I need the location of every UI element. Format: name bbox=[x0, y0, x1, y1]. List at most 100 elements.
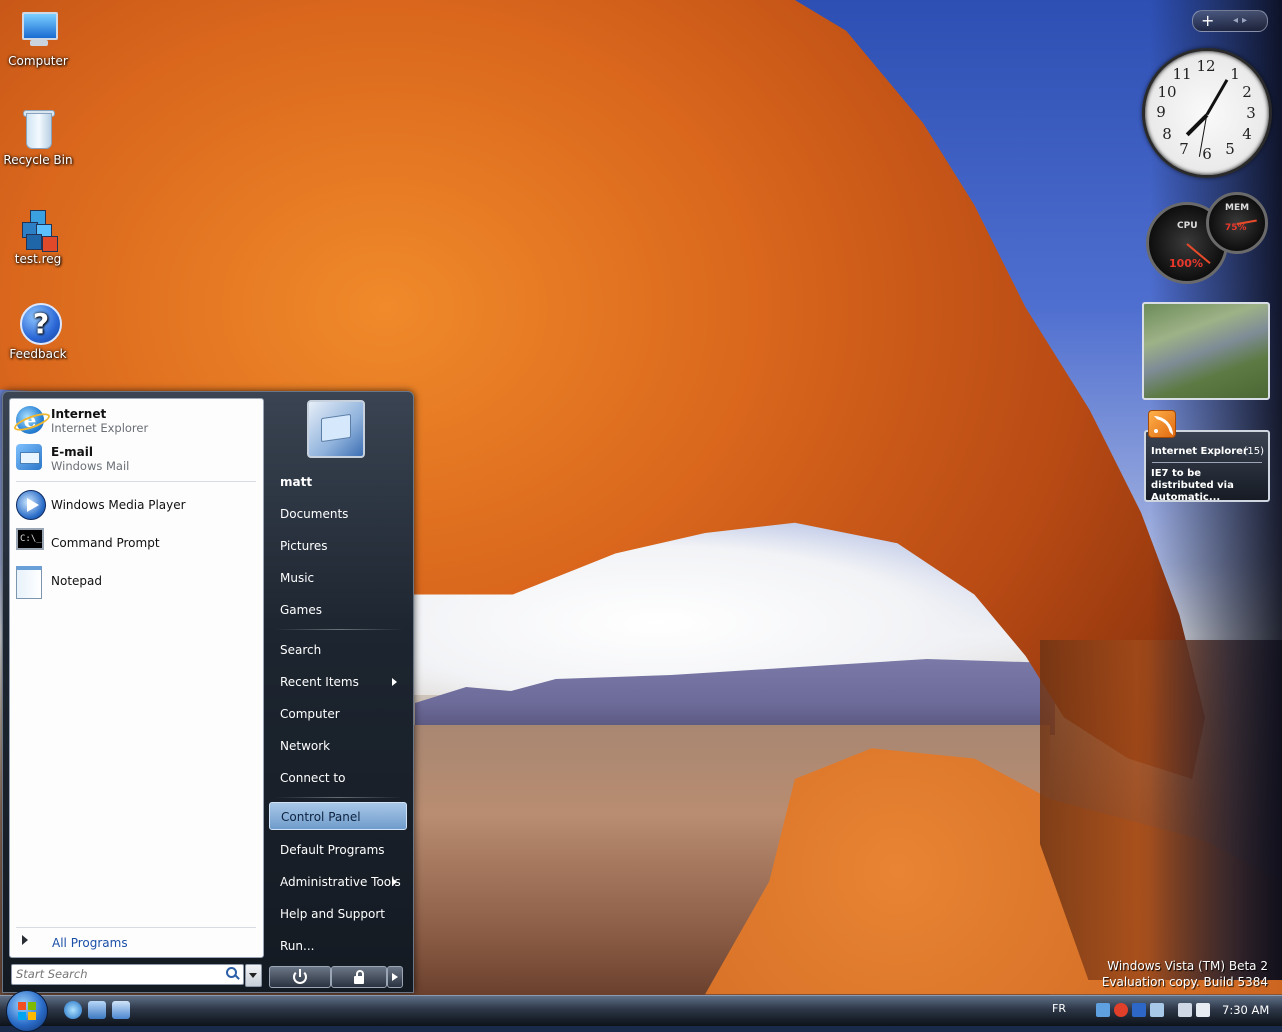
memory-value: 75% bbox=[1225, 223, 1247, 233]
command-prompt-icon: C:\_ bbox=[16, 528, 46, 558]
places-item-music[interactable]: Music bbox=[269, 564, 407, 592]
clock-numeral: 10 bbox=[1157, 83, 1177, 101]
notification-area bbox=[1096, 1002, 1214, 1020]
desktop-icon-label: Recycle Bin bbox=[3, 153, 73, 167]
clock-numeral: 7 bbox=[1179, 140, 1189, 158]
pinned-windows-mail[interactable]: E-mail Windows Mail bbox=[16, 441, 256, 477]
places-item-label: Administrative Tools bbox=[280, 875, 401, 889]
start-search-input[interactable] bbox=[14, 966, 223, 981]
places-item-computer[interactable]: Computer bbox=[269, 700, 407, 728]
places-item-pictures[interactable]: Pictures bbox=[269, 532, 407, 560]
places-item-documents[interactable]: Documents bbox=[269, 500, 407, 528]
arrow-right-icon bbox=[22, 935, 28, 945]
desktop-icon-label: Feedback bbox=[9, 347, 67, 361]
places-item-recent-items[interactable]: Recent Items bbox=[269, 668, 407, 696]
places-item-run[interactable]: Run... bbox=[269, 932, 407, 960]
pinned-separator bbox=[16, 481, 256, 482]
memory-label: MEM bbox=[1225, 203, 1250, 213]
shutdown-options-button[interactable] bbox=[387, 966, 403, 988]
desktop-icon-feedback[interactable]: ? Feedback bbox=[0, 297, 76, 361]
rss-feed-icon bbox=[1148, 410, 1176, 438]
power-button[interactable] bbox=[269, 966, 331, 988]
pinned-item-sublabel: Internet Explorer bbox=[51, 421, 149, 435]
places-item-search[interactable]: Search bbox=[269, 636, 407, 664]
watermark-line: Windows Vista (TM) Beta 2 bbox=[1107, 959, 1268, 973]
cpu-label: CPU bbox=[1177, 221, 1198, 231]
volume-tray-icon[interactable] bbox=[1196, 1003, 1210, 1017]
internet-explorer-icon: e bbox=[12, 406, 52, 436]
security-alert-tray-icon[interactable] bbox=[1114, 1003, 1128, 1017]
places-item-control-panel[interactable]: Control Panel bbox=[269, 802, 407, 830]
pinned-internet-explorer[interactable]: e Internet Internet Explorer bbox=[12, 403, 256, 439]
lock-button[interactable] bbox=[331, 966, 387, 988]
cpu-meter-gadget[interactable]: CPU 100% MEM 75% bbox=[1144, 190, 1268, 284]
evaluation-watermark: Windows Vista (TM) Beta 2 Evaluation cop… bbox=[1102, 958, 1268, 990]
feed-divider bbox=[1152, 462, 1262, 463]
all-programs-label: All Programs bbox=[52, 936, 128, 950]
language-indicator[interactable]: FR bbox=[1052, 1002, 1066, 1015]
network-tray-icon[interactable] bbox=[1096, 1003, 1110, 1017]
notepad-icon bbox=[16, 566, 46, 599]
all-programs-button[interactable]: All Programs bbox=[16, 933, 256, 953]
clock-minute-hand bbox=[1205, 79, 1229, 116]
slideshow-gadget[interactable] bbox=[1142, 302, 1270, 400]
feed-headline[interactable]: IE7 to be distributed via Automatic... bbox=[1151, 468, 1267, 504]
clock-numeral: 4 bbox=[1242, 125, 1252, 143]
desktop-icon-test-reg[interactable]: test.reg bbox=[0, 202, 76, 266]
recent-notepad[interactable]: Notepad bbox=[16, 563, 256, 599]
display-tray-icon[interactable] bbox=[1132, 1003, 1146, 1017]
quicklaunch-internet-explorer-icon[interactable] bbox=[64, 1001, 82, 1019]
feed-headlines-gadget[interactable]: Internet Explorer (15) IE7 to be distrib… bbox=[1142, 410, 1270, 503]
places-item-network[interactable]: Network bbox=[269, 732, 407, 760]
registry-file-icon bbox=[16, 206, 60, 252]
search-options-dropdown[interactable] bbox=[245, 964, 262, 987]
submenu-arrow-icon bbox=[392, 878, 397, 886]
places-item-connect-to[interactable]: Connect to bbox=[269, 764, 407, 792]
gadget-navigation-icon[interactable]: ◂▸ bbox=[1233, 11, 1251, 31]
places-item-user[interactable]: matt bbox=[269, 468, 407, 496]
clock-numeral: 9 bbox=[1156, 103, 1166, 121]
clock-numeral: 2 bbox=[1242, 83, 1252, 101]
recent-item-label: Windows Media Player bbox=[51, 498, 186, 512]
watermark-line: Evaluation copy. Build 5384 bbox=[1101, 975, 1268, 989]
places-item-games[interactable]: Games bbox=[269, 596, 407, 624]
help-feedback-icon: ? bbox=[16, 301, 62, 345]
all-programs-separator bbox=[16, 927, 256, 928]
places-separator bbox=[275, 797, 403, 798]
windows-media-player-icon bbox=[16, 490, 46, 520]
clock-numeral: 12 bbox=[1196, 57, 1216, 75]
places-item-default-programs[interactable]: Default Programs bbox=[269, 836, 407, 864]
places-item-help-and-support[interactable]: Help and Support bbox=[269, 900, 407, 928]
taskbar-clock[interactable]: 7:30 AM bbox=[1222, 1003, 1269, 1017]
places-separator bbox=[275, 629, 403, 630]
desktop-icon-label: Computer bbox=[8, 54, 68, 68]
desktop-icon-computer[interactable]: Computer bbox=[0, 4, 76, 68]
user-picture[interactable] bbox=[307, 400, 365, 458]
start-button[interactable] bbox=[6, 990, 48, 1032]
search-icon[interactable] bbox=[225, 967, 239, 981]
computer-icon bbox=[16, 8, 60, 52]
places-item-administrative-tools[interactable]: Administrative Tools bbox=[269, 868, 407, 896]
pinned-item-sublabel: Windows Mail bbox=[51, 459, 130, 473]
recent-item-label: Command Prompt bbox=[51, 536, 160, 550]
connection-tray-icon[interactable] bbox=[1150, 1003, 1164, 1017]
desktop-icon-recycle-bin[interactable]: Recycle Bin bbox=[0, 103, 76, 167]
quicklaunch-show-desktop-icon[interactable] bbox=[88, 1001, 106, 1019]
recent-command-prompt[interactable]: C:\_ Command Prompt bbox=[16, 525, 256, 561]
power-tray-icon[interactable] bbox=[1178, 1003, 1192, 1017]
feed-title: Internet Explorer bbox=[1151, 446, 1248, 457]
cpu-value: 100% bbox=[1169, 257, 1203, 270]
memory-needle bbox=[1236, 219, 1257, 225]
windows-mail-icon bbox=[16, 444, 46, 474]
clock-gadget[interactable]: 12 1 2 3 4 5 6 7 8 9 10 11 bbox=[1142, 48, 1272, 178]
start-menu-places-pane: matt Documents Pictures Music Games Sear… bbox=[265, 392, 411, 982]
clock-numeral: 8 bbox=[1162, 125, 1172, 143]
quicklaunch-switch-windows-icon[interactable] bbox=[112, 1001, 130, 1019]
start-menu-programs-pane: e Internet Internet Explorer E-mail Wind… bbox=[9, 398, 264, 958]
recycle-bin-icon bbox=[16, 107, 60, 151]
add-gadget-icon[interactable]: + bbox=[1201, 11, 1214, 30]
recent-windows-media-player[interactable]: Windows Media Player bbox=[16, 487, 256, 523]
places-item-label: Recent Items bbox=[280, 675, 359, 689]
memory-dial: MEM 75% bbox=[1206, 192, 1268, 254]
pinned-item-label: Internet bbox=[51, 407, 107, 421]
